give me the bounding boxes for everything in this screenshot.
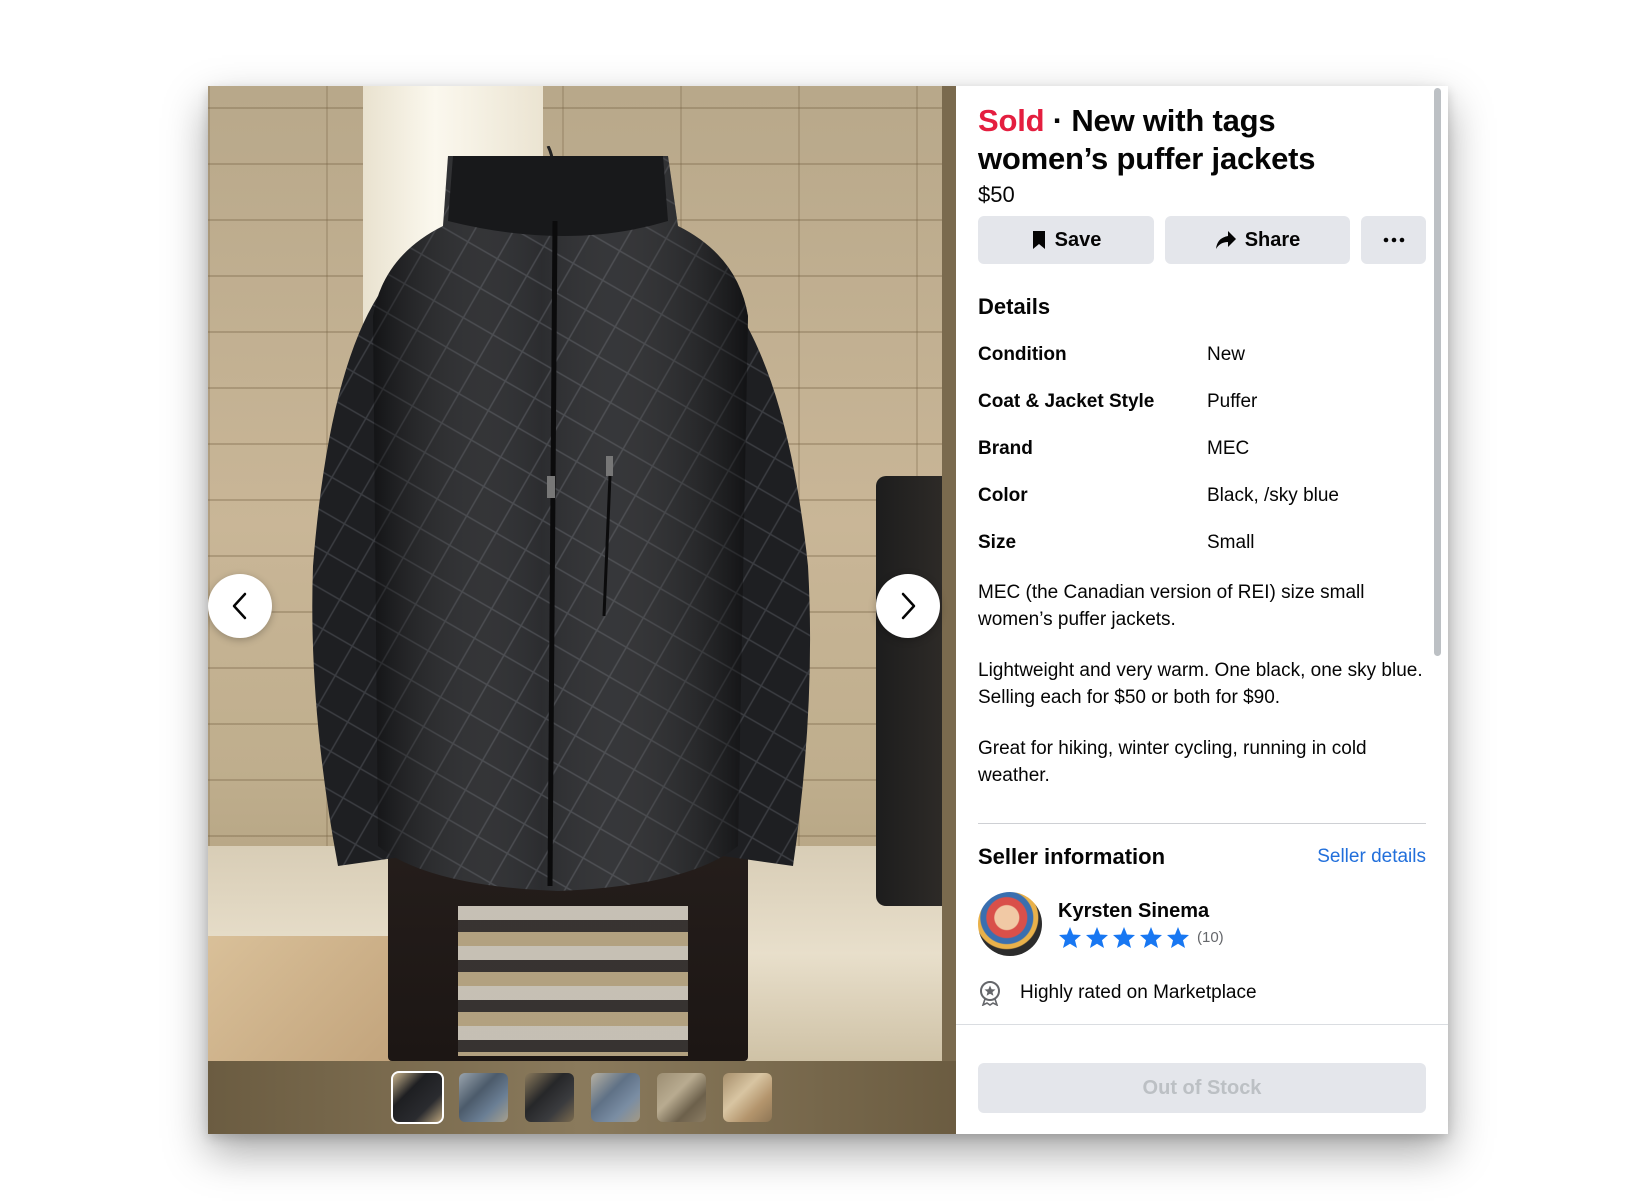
chevron-left-icon — [232, 592, 247, 620]
detail-label: Size — [978, 532, 1017, 553]
detail-value: MEC — [1207, 438, 1250, 459]
scrollbar[interactable] — [1434, 88, 1441, 656]
detail-label: Condition — [978, 344, 1067, 365]
seller-info: Kyrsten Sinema (10) — [1058, 900, 1224, 949]
more-options-button[interactable] — [1361, 216, 1426, 264]
seller-details-link[interactable]: Seller details — [1317, 846, 1426, 868]
out-of-stock-button: Out of Stock — [978, 1063, 1426, 1113]
star-icon — [1140, 926, 1162, 948]
listing-footer: Out of Stock — [956, 1024, 1448, 1134]
listing-price: $50 — [978, 182, 1015, 207]
marketplace-listing-window: Sold · New with tags women’s puffer jack… — [208, 86, 1448, 1134]
description-paragraph-1: MEC (the Canadian version of REI) size s… — [978, 582, 1370, 630]
detail-row-condition: Condition New — [978, 342, 1426, 367]
star-icon — [1059, 926, 1081, 948]
star-icon — [1167, 926, 1189, 948]
star-icon — [1086, 926, 1108, 948]
detail-row-brand: Brand MEC — [978, 436, 1426, 461]
seller-name[interactable]: Kyrsten Sinema — [1058, 900, 1224, 923]
detail-value: New — [1207, 344, 1246, 365]
thumbnail-6[interactable] — [722, 1073, 772, 1122]
share-button[interactable]: Share — [1165, 216, 1350, 264]
detail-label: Coat & Jacket Style — [978, 391, 1155, 412]
detail-label: Color — [978, 485, 1028, 506]
jacket-image — [312, 146, 811, 891]
seller-card[interactable]: Kyrsten Sinema (10) — [978, 892, 1426, 956]
seller-header: Seller information Seller details — [978, 844, 1426, 870]
description-paragraph-2: Lightweight and very warm. One black, on… — [978, 660, 1428, 708]
detail-value: Puffer — [1207, 391, 1258, 412]
rating-count: (10) — [1197, 928, 1224, 946]
bookmark-icon — [1032, 231, 1045, 249]
detail-label: Brand — [978, 438, 1033, 459]
award-badge-icon — [980, 981, 1000, 1006]
thumbnail-5[interactable] — [656, 1073, 706, 1122]
next-photo-button[interactable] — [876, 574, 940, 638]
listing-details-pane: Sold · New with tags women’s puffer jack… — [956, 86, 1448, 1134]
thumbnail-1[interactable] — [390, 1071, 444, 1124]
description-paragraph-3: Great for hiking, winter cycling, runnin… — [978, 738, 1372, 786]
sold-status: Sold — [978, 103, 1045, 138]
section-divider — [978, 823, 1426, 824]
details-list: Condition New Coat & Jacket Style Puffer… — [978, 342, 1426, 555]
thumbnail-strip — [208, 1061, 956, 1134]
details-heading: Details — [978, 294, 1051, 319]
title-part-2: women’s puffer jackets — [978, 141, 1316, 176]
more-dots-icon — [1383, 237, 1404, 243]
title-separator: · — [1052, 103, 1063, 138]
share-label: Share — [1244, 228, 1301, 251]
detail-row-color: Color Black, /sky blue — [978, 483, 1426, 508]
highly-rated-badge: Highly rated on Marketplace — [978, 980, 1426, 1006]
action-bar: Save Share — [978, 216, 1426, 264]
seller-heading: Seller information — [978, 844, 1166, 869]
badge-text: Highly rated on Marketplace — [1020, 982, 1257, 1003]
listing-title: Sold · New with tags women’s puffer jack… — [978, 102, 1426, 178]
thumbnail-4[interactable] — [590, 1073, 640, 1122]
thumbnail-2[interactable] — [458, 1073, 508, 1122]
listing-photo — [208, 86, 942, 1061]
share-arrow-icon — [1215, 231, 1236, 249]
thumbnail-3[interactable] — [524, 1073, 574, 1122]
photo-viewer — [208, 86, 956, 1134]
title-part-1: New with tags — [1071, 103, 1276, 138]
previous-photo-button[interactable] — [208, 574, 272, 638]
avatar[interactable] — [978, 892, 1042, 956]
details-scroll-area[interactable]: Sold · New with tags women’s puffer jack… — [956, 86, 1448, 1024]
detail-value: Black, /sky blue — [1207, 485, 1339, 506]
save-label: Save — [1054, 228, 1102, 251]
chevron-right-icon — [901, 592, 916, 620]
star-icon — [1113, 926, 1135, 948]
detail-row-style: Coat & Jacket Style Puffer — [978, 389, 1426, 414]
seller-rating[interactable]: (10) — [1058, 926, 1224, 949]
save-button[interactable]: Save — [978, 216, 1154, 264]
detail-row-size: Size Small — [978, 530, 1426, 555]
detail-value: Small — [1207, 532, 1255, 553]
